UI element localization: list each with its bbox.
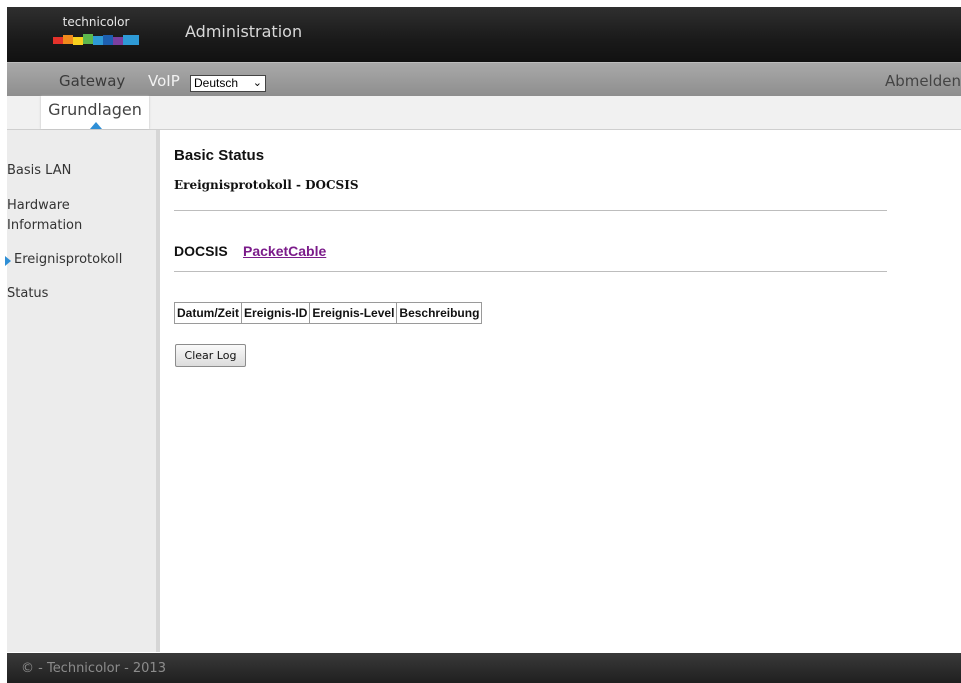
main-nav: Gateway VoIP Deutsch ⌄ Abmelden	[7, 62, 961, 96]
sidebar-item-label: Ereignisprotokoll	[14, 252, 123, 267]
event-log-table: Datum/Zeit Ereignis-ID Ereignis-Level Be…	[173, 302, 483, 324]
column-header-datum-zeit: Datum/Zeit	[173, 302, 243, 324]
tab-grundlagen-label: Grundlagen	[48, 100, 142, 119]
active-item-arrow-icon	[5, 256, 11, 266]
divider	[174, 271, 887, 272]
tab-grundlagen[interactable]: Grundlagen	[41, 96, 149, 129]
divider	[174, 210, 887, 211]
chevron-down-icon: ⌄	[252, 77, 262, 89]
page-title: Administration	[185, 22, 303, 41]
logout-link[interactable]: Abmelden	[885, 72, 961, 90]
sidebar-item-label: Status	[7, 286, 49, 301]
section-subtitle: Ereignisprotokoll - DOCSIS	[174, 178, 359, 192]
docsis-heading: DOCSIS	[174, 243, 228, 259]
logo-color-bar-icon	[53, 34, 139, 45]
column-header-ereignis-level: Ereignis-Level	[309, 302, 398, 324]
main-content: Basic Status Ereignisprotokoll - DOCSIS …	[173, 130, 954, 652]
footer: © - Technicolor - 2013	[7, 653, 961, 683]
packetcable-link[interactable]: PacketCable	[243, 243, 326, 259]
section-title: Basic Status	[174, 147, 265, 164]
sidebar-item-basis-lan[interactable]: Basis LAN	[7, 163, 71, 178]
sidebar: Basis LAN Hardware Information Ereignisp…	[5, 130, 160, 652]
technicolor-logo[interactable]: technicolor	[47, 15, 145, 55]
nav-voip-link[interactable]: VoIP	[148, 72, 180, 90]
language-select[interactable]: Deutsch ⌄	[190, 75, 266, 92]
logo-text: technicolor	[62, 15, 130, 29]
sidebar-item-status[interactable]: Status	[7, 286, 48, 301]
column-header-ereignis-id: Ereignis-ID	[241, 302, 311, 324]
table-header-row: Datum/Zeit Ereignis-ID Ereignis-Level Be…	[173, 302, 483, 324]
sub-nav: Grundlagen	[7, 96, 961, 130]
sidebar-item-label: Basis LAN	[7, 163, 72, 178]
active-tab-indicator-icon	[90, 122, 102, 129]
header-bar: technicolor Administration	[7, 7, 961, 62]
router-admin-page: technicolor Administration Gateway VoIP …	[5, 7, 961, 683]
clear-log-button[interactable]: Clear Log	[175, 344, 246, 367]
column-header-beschreibung: Beschreibung	[396, 302, 483, 324]
sidebar-item-ereignisprotokoll[interactable]: Ereignisprotokoll	[14, 252, 122, 267]
copyright-text: © - Technicolor - 2013	[21, 661, 166, 676]
sidebar-item-hardware-information[interactable]: Hardware Information	[7, 196, 127, 236]
nav-gateway-link[interactable]: Gateway	[59, 72, 125, 90]
language-selected-value: Deutsch	[194, 76, 239, 90]
sidebar-item-label: Hardware Information	[7, 198, 83, 233]
